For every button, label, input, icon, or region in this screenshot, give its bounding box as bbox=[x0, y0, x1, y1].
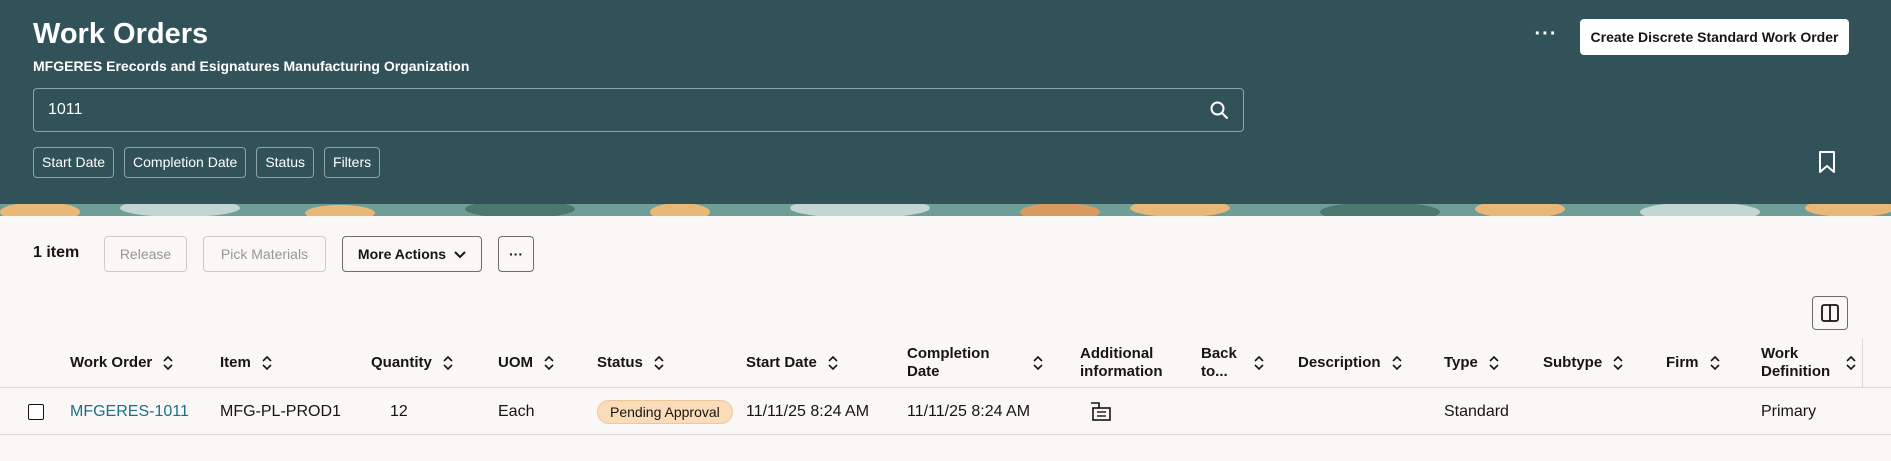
sort-icon bbox=[443, 355, 453, 371]
sort-icon bbox=[544, 355, 554, 371]
completion-date-cell: 11/11/25 8:24 AM bbox=[907, 403, 1031, 420]
pick-materials-button[interactable]: Pick Materials bbox=[203, 236, 326, 272]
sort-icon bbox=[828, 355, 838, 371]
more-actions-button[interactable]: More Actions bbox=[342, 236, 482, 272]
sort-icon bbox=[1846, 355, 1856, 371]
start-date-cell: 11/11/25 8:24 AM bbox=[746, 403, 870, 420]
column-header-uom[interactable]: UOM bbox=[498, 338, 555, 388]
table-header: Work Order Item Quantity UOM Status Star… bbox=[0, 338, 1891, 388]
column-header-additional-information[interactable]: Additional information bbox=[1080, 338, 1175, 388]
table-row[interactable]: MFGERES-1011 MFG-PL-PROD1 12 Each Pendin… bbox=[0, 389, 1891, 435]
sort-icon bbox=[262, 355, 272, 371]
bookmark-icon[interactable] bbox=[1816, 150, 1838, 174]
column-panel-button[interactable] bbox=[1812, 296, 1848, 330]
item-count: 1 item bbox=[33, 244, 80, 261]
sort-icon bbox=[1391, 355, 1402, 371]
status-badge: Pending Approval bbox=[597, 400, 733, 424]
more-actions-label: More Actions bbox=[357, 246, 447, 262]
work-order-link[interactable]: MFGERES-1011 bbox=[70, 389, 189, 435]
search-icon[interactable] bbox=[1209, 100, 1229, 120]
column-header-quantity[interactable]: Quantity bbox=[371, 338, 454, 388]
quantity-cell: 12 bbox=[390, 403, 408, 420]
column-header-firm[interactable]: Firm bbox=[1666, 338, 1721, 388]
create-work-order-button[interactable]: Create Discrete Standard Work Order bbox=[1580, 19, 1849, 55]
organization-name: MFGERES Erecords and Esignatures Manufac… bbox=[33, 58, 470, 74]
column-header-status[interactable]: Status bbox=[597, 338, 665, 388]
filter-completion-date[interactable]: Completion Date bbox=[124, 147, 247, 178]
decorative-banner bbox=[0, 204, 1891, 216]
uom-cell: Each bbox=[498, 403, 535, 420]
sort-icon bbox=[1613, 355, 1623, 371]
sort-icon bbox=[1709, 355, 1720, 371]
column-divider bbox=[1862, 338, 1863, 388]
column-header-back-to[interactable]: Back to... bbox=[1201, 338, 1265, 388]
page-title: Work Orders bbox=[33, 18, 209, 50]
chevron-down-icon bbox=[454, 251, 466, 259]
sort-icon bbox=[1489, 355, 1499, 371]
column-header-work-order[interactable]: Work Order bbox=[70, 338, 174, 388]
column-header-start-date[interactable]: Start Date bbox=[746, 338, 839, 388]
sort-icon bbox=[1254, 355, 1264, 371]
column-header-item[interactable]: Item bbox=[220, 338, 273, 388]
item-cell: MFG-PL-PROD1 bbox=[220, 403, 341, 420]
release-button[interactable]: Release bbox=[104, 236, 187, 272]
sort-icon bbox=[163, 355, 173, 371]
type-cell: Standard bbox=[1444, 403, 1509, 420]
search-input[interactable] bbox=[48, 89, 1188, 131]
work-definition-cell: Primary bbox=[1761, 403, 1817, 420]
page-header: Work Orders MFGERES Erecords and Esignat… bbox=[0, 0, 1891, 204]
search-box bbox=[33, 88, 1244, 132]
sort-icon bbox=[654, 355, 664, 371]
details-icon[interactable] bbox=[1090, 402, 1112, 422]
filter-chips: Start Date Completion Date Status Filter… bbox=[33, 147, 381, 178]
column-header-work-definition[interactable]: Work Definition bbox=[1761, 338, 1857, 388]
column-header-subtype[interactable]: Subtype bbox=[1543, 338, 1624, 388]
toolbar-overflow-button[interactable]: ··· bbox=[498, 236, 534, 272]
filter-start-date[interactable]: Start Date bbox=[33, 147, 115, 178]
split-view-icon bbox=[1821, 304, 1839, 322]
column-header-type[interactable]: Type bbox=[1444, 338, 1500, 388]
status-cell: Pending Approval bbox=[597, 389, 733, 435]
header-more-options-button[interactable]: ··· bbox=[1530, 24, 1562, 50]
sort-icon bbox=[1033, 355, 1043, 371]
filter-all[interactable]: Filters bbox=[324, 147, 381, 178]
column-header-completion-date[interactable]: Completion Date bbox=[907, 338, 1044, 388]
additional-information-cell[interactable] bbox=[1090, 389, 1112, 435]
column-header-description[interactable]: Description bbox=[1298, 338, 1403, 388]
filter-status[interactable]: Status bbox=[256, 147, 315, 178]
row-select-checkbox[interactable] bbox=[28, 404, 44, 420]
